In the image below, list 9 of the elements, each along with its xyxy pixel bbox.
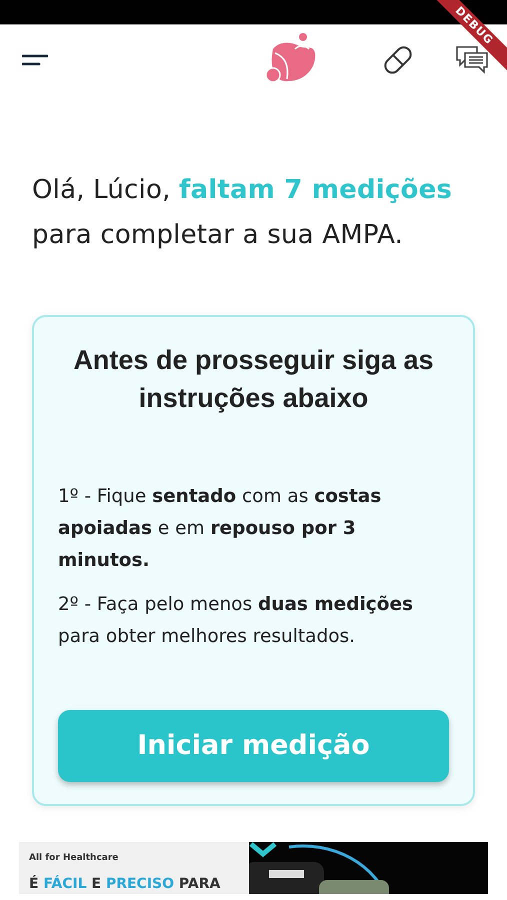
instruction-text: 1º - Fique sentado com as costas apoiadas e em repouso por 3 minutos. (58, 485, 382, 573)
greeting-text: Olá, Lúcio, faltam 7 medições para completar a sua AMPA. (31, 174, 454, 252)
chat-icon[interactable] (455, 44, 489, 76)
menu-icon[interactable] (22, 53, 48, 67)
instruction-text: 2º - Faça pelo menos duas medições para obter melhores resultados. (58, 593, 414, 649)
banner-tagline: All for Healthcare (29, 852, 120, 865)
banner-headline: É FÁCIL E PRECISO PARA (29, 874, 222, 894)
card-title: Antes de prosseguir siga as instruções abaixo (72, 344, 435, 415)
ad-banner[interactable]: All for Healthcare É FÁCIL E PRECISO PARA (19, 842, 488, 894)
